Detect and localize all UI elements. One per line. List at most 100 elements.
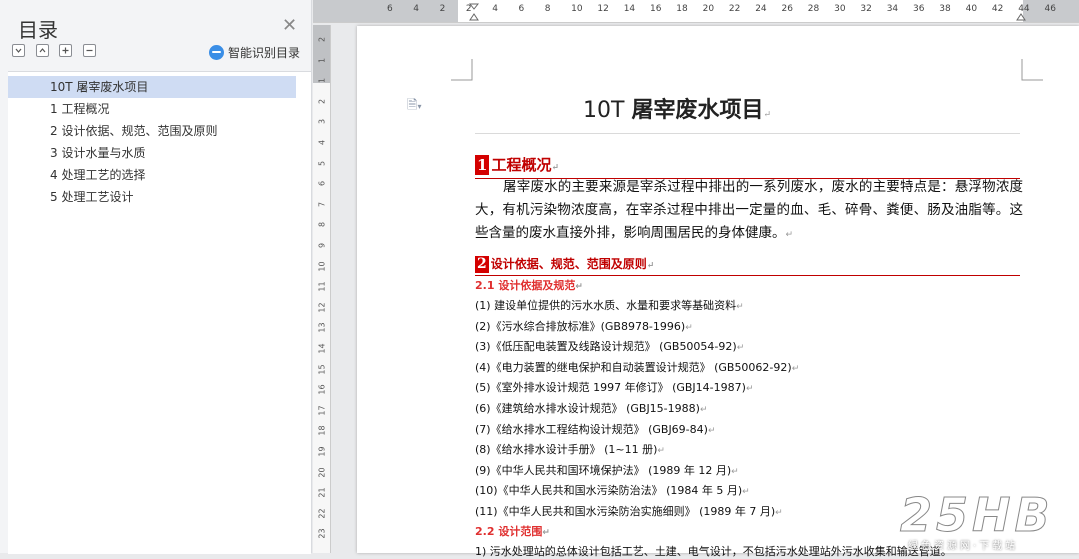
ruler-label: 2 [439,4,446,14]
outline-item[interactable]: 3 设计水量与水质 [8,142,311,164]
list-item-text: (6)《建筑给水排水设计规范》 (GBJ15-1988) [475,402,700,415]
ruler-label: 8 [544,4,551,14]
list-item-text: (7)《给水排水工程结构设计规范》 (GBJ69-84) [475,422,708,436]
outline-item[interactable]: 10T 屠宰废水项目 [8,76,296,98]
list-item[interactable]: (8)《给水排水设计手册》 (1~11 册)↵ [475,441,665,457]
paragraph-mark: ↵ [745,384,754,395]
ruler-label: 10 [317,261,327,272]
ruler-label: 20 [702,4,715,14]
outline-item[interactable]: 5 处理工艺设计 [8,186,311,208]
watermark-logo: 25HB [900,488,1054,543]
vertical-ruler[interactable]: 2 1 1 2 3 4 5 6 7 8 9 10 11 12 13 14 15 16 17 18 19 20 21 22 23 [313,25,331,553]
list-item-text: (9)《中华人民共和国环境保护法》 (1989 年 12 月) [475,463,732,477]
paragraph-mark: ↵ [575,282,583,292]
ruler-label: 11 [317,281,327,292]
ruler-label: 18 [317,425,327,436]
list-item[interactable]: (1) 建设单位提供的污水水质、水量和要求等基础资料↵ [475,297,744,313]
ruler-label: 40 [965,4,978,14]
ruler-label: 4 [317,139,327,146]
ruler-label: 32 [860,4,872,14]
ruler-margin-left [313,0,458,22]
subheading-2-1[interactable]: 2.1 设计依据及规范↵ [475,277,583,293]
paragraph-mark: ↵ [685,322,693,333]
ruler-label: 13 [317,322,327,333]
list-item-text: (11)《中华人民共和国水污染防治实施细则》 (1989 年 7 月) [475,505,776,518]
ruler-label: 44 [1018,4,1030,14]
subheading-2-2[interactable]: 2.2 设计范围↵ [475,523,550,539]
body-paragraph[interactable]: 屠宰废水的主要来源是宰杀过程中排出的一系列废水，废水的主要特点是：悬浮物浓度大，… [475,176,1023,247]
list-item[interactable]: (4)《电力装置的继电保护和自动装置设计规范》 (GB50062-92)↵ [475,359,799,375]
paragraph-mark: ↵ [699,405,708,415]
horizontal-ruler[interactable]: 6 4 2 2 4 6 8 10 12 14 16 18 20 22 24 26 28 30 32 34 36 38 40 4… [313,0,1079,23]
heading-number: 1 [475,155,490,175]
ruler-label: 38 [939,4,951,14]
list-item-text: (2)《污水综合排放标准》(GB8978-1996) [475,319,686,333]
heading-text: 工程概况 [491,156,552,174]
outline-title: 目录 [18,18,58,42]
list-item[interactable]: (11)《中华人民共和国水污染防治实施细则》 (1989 年 7 月)↵ [475,503,783,519]
document-page[interactable]: 🗎▾ 10T 屠宰废水项目↵ 1 工程概况↵ 屠宰废水的主要来源是宰杀过程中排出的… [357,26,1079,558]
list-item[interactable]: (6)《建筑给水排水设计规范》 (GBJ15-1988)↵ [475,400,707,416]
heading-2[interactable]: 2 设计依据、规范、范围及原则↵ [475,256,1020,276]
outline-panel: 目录 ✕ 智能识别目录 10T 屠宰废水项目 1 工程概况 2 设计依据、规范、… [0,0,312,554]
heading-text: 设计依据、规范、范围及原则 [490,257,647,271]
title-text: 屠宰废水项目 [631,97,764,123]
watermark-caption: 绿色资源网·下载站 [908,541,1019,552]
ruler-label: 8 [317,222,327,228]
outline-item[interactable]: 1 工程概况 [8,98,311,120]
add-heading-icon[interactable] [59,44,72,57]
list-item[interactable]: (2)《污水综合排放标准》(GB8978-1996)↵ [475,318,693,334]
ruler-label: 14 [317,343,327,354]
ruler-label: 23 [317,528,327,539]
ruler-label: 36 [913,4,925,14]
paragraph-mark: ↵ [763,110,771,120]
outline-list: 10T 屠宰废水项目 1 工程概况 2 设计依据、规范、范围及原则 3 设计水量… [8,71,311,554]
ruler-label: 42 [991,4,1004,14]
outline-item[interactable]: 2 设计依据、规范、范围及原则 [8,120,311,142]
collapse-all-icon[interactable] [12,44,25,57]
paragraph-mark: ↵ [775,508,783,518]
list-item[interactable]: (5)《室外排水设计规范 1997 年修订》 (GBJ14-1987)↵ [475,379,753,395]
ruler-label: 30 [834,4,846,14]
paragraph-text: 屠宰废水的主要来源是宰杀过程中排出的一系列废水，废水的主要特点是：悬浮物浓度大，… [475,179,1023,241]
paragraph-mark: ↵ [785,230,794,240]
subheading-text: 2.1 设计依据及规范 [475,279,576,292]
title-number: 10T [583,98,625,123]
ruler-label: 22 [317,508,327,519]
ruler-label: 4 [413,4,420,14]
list-item-text: (8)《给水排水设计手册》 (1~11 册) [475,443,658,457]
list-item[interactable]: (3)《低压配电装置及线路设计规范》 (GB50054-92)↵ [475,338,744,354]
ruler-label: 14 [623,4,636,14]
list-item-text: (3)《低压配电装置及线路设计规范》 (GB50054-92) [475,340,737,354]
ruler-label: 7 [317,201,327,207]
list-item-text: 1) 污水处理站的总体设计包括工艺、土建、电气设计，不包括污水处理站外污水收集和… [475,545,952,558]
outline-item[interactable]: 4 处理工艺的选择 [8,164,311,186]
document-title[interactable]: 10T 屠宰废水项目↵ [357,92,997,124]
ruler-label: 1 [317,57,327,63]
paragraph-mark: ↵ [791,363,800,374]
remove-heading-icon[interactable] [83,44,96,57]
list-item[interactable]: (7)《给水排水工程结构设计规范》 (GBJ69-84)↵ [475,421,716,437]
ruler-label: 24 [755,4,767,14]
margin-corner-mark [451,59,473,81]
paragraph-mark: ↵ [551,163,559,173]
list-item[interactable]: (9)《中华人民共和国环境保护法》 (1989 年 12 月)↵ [475,462,739,478]
ruler-label: 12 [317,302,327,313]
expand-all-icon[interactable] [36,44,49,57]
ruler-label: 10 [571,4,583,14]
smart-recognize-button[interactable]: 智能识别目录 [209,44,300,61]
ruler-label: 9 [317,242,327,249]
ruler-label: 16 [650,4,662,14]
ruler-label: 1 [317,78,327,84]
paragraph-mark: ↵ [646,261,655,271]
paragraph-mark: ↵ [542,528,550,538]
smart-recognize-label: 智能识别目录 [228,46,301,60]
title-rule [475,133,1020,134]
close-icon[interactable]: ✕ [282,15,297,36]
ruler-label: 28 [807,4,820,14]
list-item[interactable]: (10)《中华人民共和国水污染防治法》 (1984 年 5 月)↵ [475,482,750,498]
ruler-label: 3 [317,119,327,125]
ruler-label: 4 [492,4,498,14]
margin-corner-mark [1021,59,1043,81]
ruler-label: 20 [317,467,327,478]
